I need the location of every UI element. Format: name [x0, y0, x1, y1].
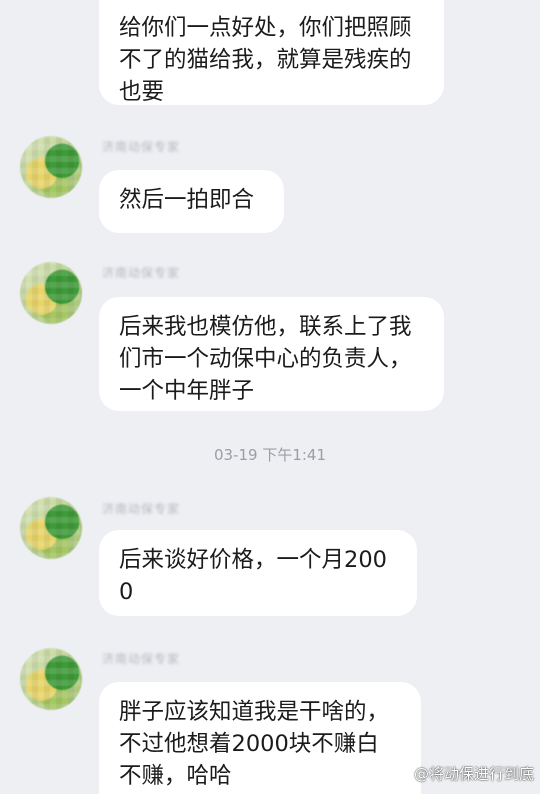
- avatar[interactable]: [20, 648, 82, 710]
- message-text: 后来我也模仿他，联系上了我们市一个动保中心的负责人，一个中年胖子: [119, 314, 412, 404]
- sender-nickname: 济南动保专家: [102, 140, 181, 154]
- message-text: 给你们一点好处，你们把照顾不了的猫给我，就算是残疾的也要: [119, 15, 412, 105]
- watermark-text: @将动保进行到底: [413, 765, 534, 783]
- timestamp: 03-19 下午1:41: [213, 446, 327, 464]
- sender-nickname: 济南动保专家: [102, 266, 181, 280]
- sender-nickname: 济南动保专家: [102, 502, 181, 516]
- message-bubble: 给你们一点好处，你们把照顾不了的猫给我，就算是残疾的也要: [99, 0, 444, 105]
- watermark: @将动保进行到底: [388, 763, 534, 784]
- message-bubble: 后来我也模仿他，联系上了我们市一个动保中心的负责人，一个中年胖子: [99, 297, 444, 411]
- avatar[interactable]: [20, 262, 82, 324]
- message-text: 后来谈好价格，一个月2000: [119, 547, 387, 605]
- message-bubble: 后来谈好价格，一个月2000: [99, 530, 417, 616]
- avatar[interactable]: [20, 497, 82, 559]
- chat-thread: 给你们一点好处，你们把照顾不了的猫给我，就算是残疾的也要 济南动保专家 然后一拍…: [0, 0, 540, 794]
- message-bubble: 胖子应该知道我是干啥的，不过他想着2000块不赚白不赚，哈哈: [99, 682, 421, 794]
- avatar[interactable]: [20, 136, 82, 198]
- message-bubble: 然后一拍即合: [99, 170, 284, 233]
- weibo-icon: [388, 765, 409, 782]
- sender-nickname: 济南动保专家: [102, 652, 181, 666]
- message-text: 然后一拍即合: [119, 187, 255, 213]
- message-text: 胖子应该知道我是干啥的，不过他想着2000块不赚白不赚，哈哈: [119, 699, 390, 789]
